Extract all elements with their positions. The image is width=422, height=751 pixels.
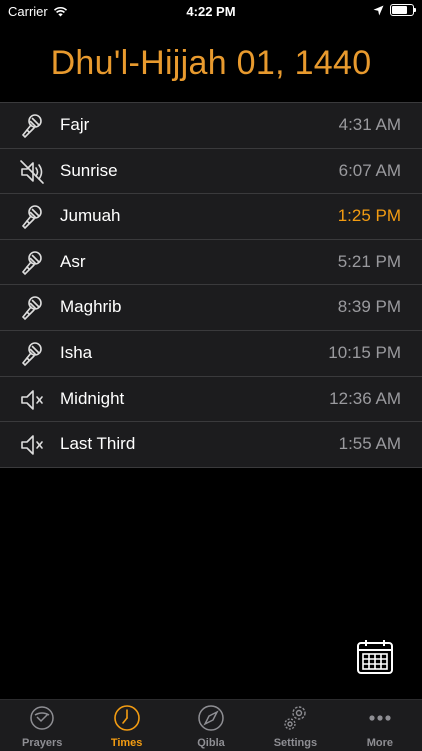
prayer-time: 5:21 PM	[337, 251, 401, 271]
prayer-name: Fajr	[60, 115, 90, 134]
prayer-time: 6:07 AM	[338, 160, 401, 180]
status-time: 4:22 PM	[186, 4, 236, 19]
status-bar: Carrier 4:22 PM	[0, 0, 422, 24]
prayer-name: Sunrise	[60, 160, 118, 180]
prayer-time: 12:36 AM	[329, 388, 401, 408]
prayer-name: Last Third	[60, 434, 136, 454]
tab-bar: Prayers Times Qibla Settings More	[0, 699, 422, 751]
clock-icon	[112, 703, 142, 733]
prayer-time: 10:15 PM	[328, 342, 401, 362]
calendar-button[interactable]	[356, 638, 394, 676]
prayer-times-list: Fajr 4:31 AM Sunrise 6:07 AM Jumuah 1:25 PM As…	[0, 102, 422, 468]
tab-label: Settings	[273, 737, 318, 749]
prayer-row[interactable]: Fajr 4:31 AM	[0, 103, 422, 149]
location-arrow-icon	[373, 5, 384, 15]
speaker-muted-icon[interactable]	[18, 158, 46, 186]
tab-label: More	[366, 737, 393, 749]
prayer-row[interactable]: Last Third 1:55 AM	[0, 422, 422, 467]
tab-prayers[interactable]: Prayers	[0, 700, 84, 751]
microphone-icon[interactable]	[18, 203, 46, 231]
prayer-row[interactable]: Jumuah 1:25 PM	[0, 194, 422, 240]
microphone-icon[interactable]	[18, 340, 46, 368]
tab-more[interactable]: More	[338, 700, 422, 751]
prayer-row[interactable]: Sunrise 6:07 AM	[0, 149, 422, 195]
prayer-time: 1:25 PM	[337, 206, 401, 226]
gear-icon	[280, 703, 310, 733]
prayer-row[interactable]: Isha 10:15 PM	[0, 331, 422, 377]
compass-icon	[196, 703, 226, 733]
more-icon	[365, 703, 395, 733]
prayer-time: 8:39 PM	[337, 297, 401, 317]
tab-times[interactable]: Times	[84, 700, 168, 751]
status-right-group	[373, 4, 416, 16]
prayer-name: Jumuah	[60, 206, 121, 226]
battery-fill	[392, 6, 408, 14]
tab-settings[interactable]: Settings	[253, 700, 337, 751]
tab-qibla[interactable]: Qibla	[169, 700, 253, 751]
tab-label: Qibla	[197, 737, 225, 749]
prayer-row[interactable]: Asr 5:21 PM	[0, 240, 422, 286]
battery-icon	[390, 4, 416, 16]
speaker-off-icon[interactable]	[18, 431, 46, 459]
tab-label: Times	[110, 737, 143, 749]
prayer-name: Asr	[60, 251, 86, 271]
prayer-name: Maghrib	[60, 297, 122, 317]
prayer-name: Midnight	[60, 388, 125, 408]
prayer-time: 4:31 AM	[338, 115, 401, 134]
prayer-row[interactable]: Midnight 12:36 AM	[0, 377, 422, 423]
calendar-icon	[357, 640, 393, 674]
hijri-date-title: Dhu'l-Hijjah 01, 1440	[50, 44, 372, 82]
speaker-off-icon[interactable]	[18, 386, 46, 414]
prayer-time: 1:55 AM	[338, 434, 401, 454]
microphone-icon[interactable]	[18, 112, 46, 140]
tab-label: Prayers	[22, 737, 63, 749]
prayer-row[interactable]: Maghrib 8:39 PM	[0, 285, 422, 331]
microphone-icon[interactable]	[18, 294, 46, 322]
microphone-icon[interactable]	[18, 249, 46, 277]
prayers-icon	[27, 703, 57, 733]
prayer-name: Isha	[60, 342, 93, 362]
